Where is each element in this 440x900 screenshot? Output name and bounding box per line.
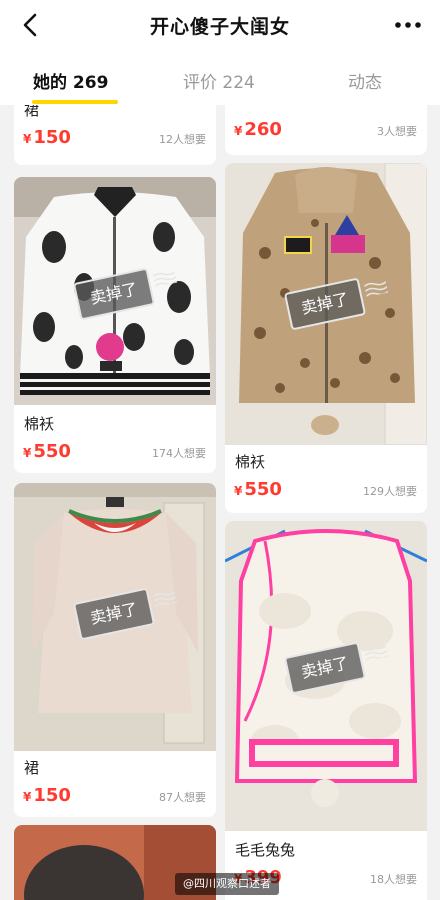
product-image: 卖掉了: [14, 483, 216, 751]
product-image: 卖掉了: [225, 163, 427, 445]
active-tab-indicator: [32, 100, 118, 104]
tab-bar: 她的 269 评价 224 动态: [0, 62, 440, 104]
product-name: 棉袄: [235, 453, 266, 471]
page-title: 开心傻子大闺女: [149, 16, 290, 38]
want-count: 174人想要: [152, 447, 206, 460]
product-name: 棉袄: [24, 415, 55, 433]
product-price: ¥150: [23, 785, 71, 806]
tab-hers[interactable]: 她的 269: [33, 68, 108, 93]
product-price: ¥550: [234, 479, 282, 500]
product-feed[interactable]: 裙 ¥150 12人想要 卖掉了 棉袄 ¥ 550 174人想要 卖掉了 裙 ¥…: [0, 105, 440, 900]
more-dots-icon[interactable]: [394, 16, 422, 34]
top-bar: 开心傻子大闺女 她的 269 评价 224 动态: [0, 0, 440, 105]
product-name: 裙: [24, 759, 40, 777]
product-name: 毛毛兔兔: [235, 841, 296, 859]
product-card[interactable]: 卖掉了 棉袄 ¥550 129人想要: [225, 163, 427, 513]
product-name: 裙: [24, 105, 40, 119]
product-price: ¥260: [234, 119, 282, 140]
product-price: ¥550: [23, 441, 71, 462]
product-card[interactable]: ¥260 3人想要: [225, 105, 427, 155]
want-count: 129人想要: [363, 485, 417, 498]
want-count: 87人想要: [159, 791, 206, 804]
product-price: ¥150: [23, 127, 71, 148]
tab-reviews[interactable]: 评价 224: [183, 68, 255, 93]
product-image: 卖掉了: [14, 177, 216, 405]
product-image: 卖掉了: [225, 521, 427, 831]
product-card[interactable]: 卖掉了 裙 ¥150 87人想要: [14, 483, 216, 817]
want-count: 18人想要: [370, 873, 417, 886]
want-count: 3人想要: [377, 125, 417, 138]
product-card[interactable]: 裙 ¥150 12人想要: [14, 105, 216, 165]
want-count: 12人想要: [159, 133, 206, 146]
product-card[interactable]: 卖掉了 毛毛兔兔 ¥399 18人想要: [225, 521, 427, 900]
tab-activity[interactable]: 动态: [348, 68, 382, 93]
product-card[interactable]: 卖掉了 棉袄 ¥550 174人想要: [14, 177, 216, 473]
watermark: @四川观察口述者: [175, 873, 279, 895]
